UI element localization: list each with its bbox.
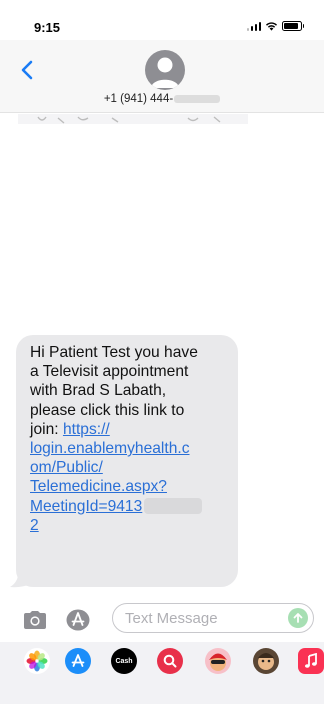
message-input[interactable] [112,603,314,633]
app-store-button[interactable] [66,609,90,631]
animoji-face-icon [258,653,274,670]
memoji-icon[interactable] [205,648,231,674]
imessage-app-drawer: Cash [0,642,324,682]
message-text: Hi Patient Test you have a Televisit app… [30,343,238,535]
message-line: please click this link to [30,401,185,419]
contact-number: +1 (941) 444- [103,93,174,105]
received-message-bubble[interactable]: Hi Patient Test you have a Televisit app… [16,335,238,587]
meeting-link[interactable]: https:// [63,421,110,438]
apple-cash-icon[interactable]: Cash [111,648,137,674]
animoji-icon[interactable] [253,648,279,674]
message-line: with Brad S Labath, [30,382,167,400]
back-button[interactable] [18,58,38,82]
cellular-signal-icon [246,21,261,31]
compose-bar [0,600,324,642]
music-note-icon [305,653,317,668]
previous-message-fragment [18,114,248,124]
join-label: join: [30,420,59,438]
search-images-icon[interactable] [157,648,183,674]
person-icon [151,57,179,88]
cash-label: Cash [115,657,133,665]
meeting-link[interactable]: 2 [30,516,238,535]
status-icons [246,21,304,31]
redacted-number [174,94,221,103]
status-bar: 9:15 [0,0,324,40]
message-line: join: https:// [30,420,238,439]
redacted-meeting-id [144,497,203,514]
photos-flower-icon [26,650,48,672]
message-line: Hi Patient Test you have [30,344,198,361]
status-time: 9:15 [34,20,61,35]
wifi-icon [266,22,277,31]
conversation-header: +1 (941) 444- [0,40,324,113]
meeting-link[interactable]: login.enablemyhealth.c [30,439,238,458]
meeting-link[interactable]: MeetingId=9413 [30,498,142,515]
meeting-link[interactable]: Telemedicine.aspx? [30,477,238,496]
camera-button[interactable] [22,610,48,630]
send-button[interactable] [288,608,308,628]
music-app-icon[interactable] [298,648,324,674]
meeting-link[interactable]: om/Public/ [30,458,238,477]
bottom-bar [0,682,324,704]
photos-app-icon[interactable] [24,648,50,674]
app-store-glyph [71,654,85,667]
message-line: MeetingId=9413 [30,497,238,516]
battery-icon [282,21,304,31]
memoji-face-icon [209,653,227,671]
message-line: a Televisit appointment [30,363,189,381]
app-store-icon[interactable] [65,648,91,674]
arrow-up-icon [293,613,303,623]
magnifier-icon [163,654,177,668]
contact-name[interactable]: +1 (941) 444- [0,93,324,105]
contact-avatar[interactable] [145,50,185,90]
